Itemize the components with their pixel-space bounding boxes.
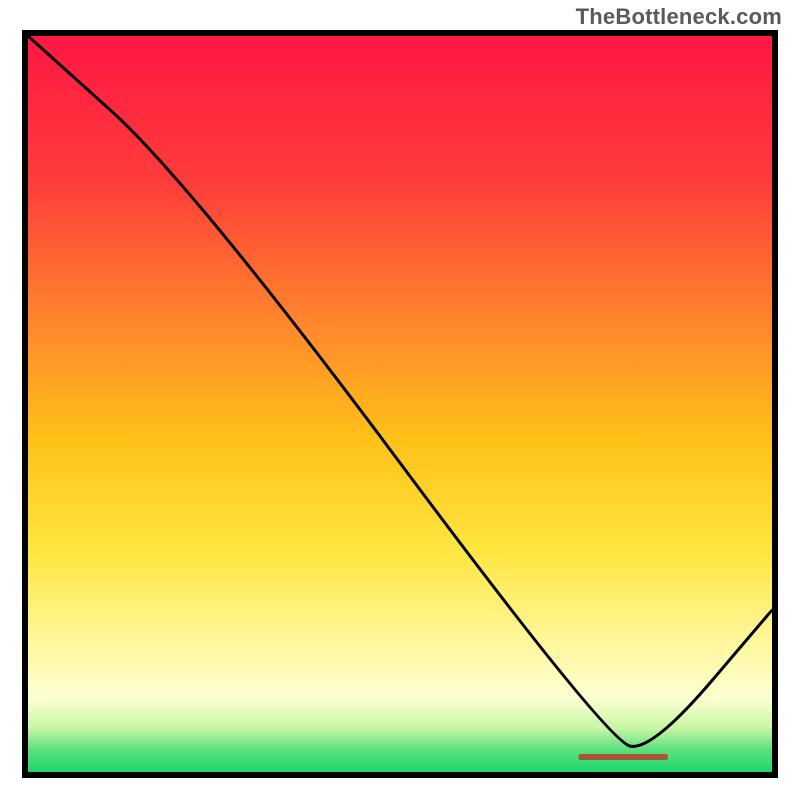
legend-marker [579,754,668,760]
chart-stage: TheBottleneck.com [0,0,800,800]
chart-curve [28,36,772,772]
watermark-text: TheBottleneck.com [576,4,782,30]
plot-frame [22,30,778,778]
